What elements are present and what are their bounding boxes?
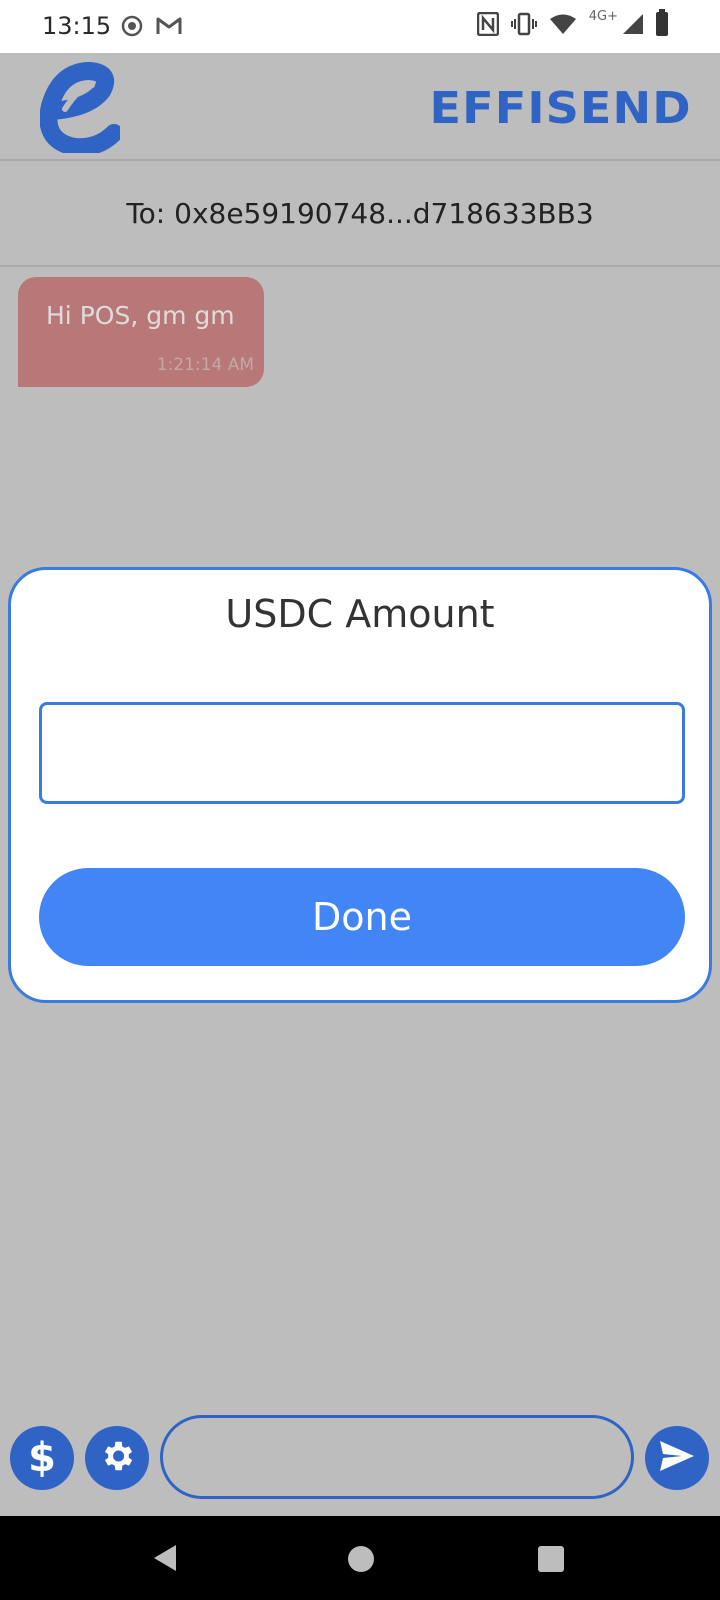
vibrate-icon — [510, 12, 537, 36]
record-icon — [120, 14, 144, 38]
dialog-title: USDC Amount — [225, 592, 495, 636]
battery-icon — [656, 9, 668, 36]
recipient-address: To: 0x8e59190748...d718633BB3 — [126, 196, 594, 230]
usdc-amount-input[interactable] — [39, 702, 685, 804]
gear-icon — [98, 1437, 136, 1480]
message-bubble: Hi POS, gm gm 1:21:14 AM — [18, 277, 264, 387]
wifi-icon — [549, 13, 577, 35]
payment-button[interactable]: $ — [10, 1426, 74, 1490]
status-bar: 13:15 4G+ — [0, 0, 720, 53]
status-time: 13:15 — [42, 12, 112, 40]
recipient-bar: To: 0x8e59190748...d718633BB3 — [0, 161, 720, 267]
message-input[interactable] — [160, 1415, 634, 1499]
back-icon[interactable] — [152, 1543, 178, 1578]
send-icon — [658, 1439, 696, 1478]
nfc-icon — [476, 12, 499, 36]
brand-name: EFFISEND — [429, 83, 692, 134]
message-composer: $ — [0, 1406, 720, 1516]
app-header: EFFISEND — [0, 53, 720, 161]
message-text: Hi POS, gm gm — [46, 301, 235, 330]
done-button[interactable]: Done — [39, 868, 685, 966]
network-type: 4G+ — [588, 8, 618, 24]
send-button[interactable] — [645, 1426, 709, 1490]
message-time: 1:21:14 AM — [156, 355, 254, 375]
usdc-amount-dialog: USDC Amount Done — [8, 567, 712, 1003]
effisend-logo-icon[interactable] — [39, 61, 123, 157]
settings-button[interactable] — [85, 1426, 149, 1490]
recents-icon[interactable] — [538, 1546, 564, 1572]
system-nav-bar — [0, 1516, 720, 1600]
home-icon[interactable] — [348, 1546, 374, 1572]
gmail-icon — [156, 16, 182, 36]
signal-icon — [622, 13, 644, 35]
